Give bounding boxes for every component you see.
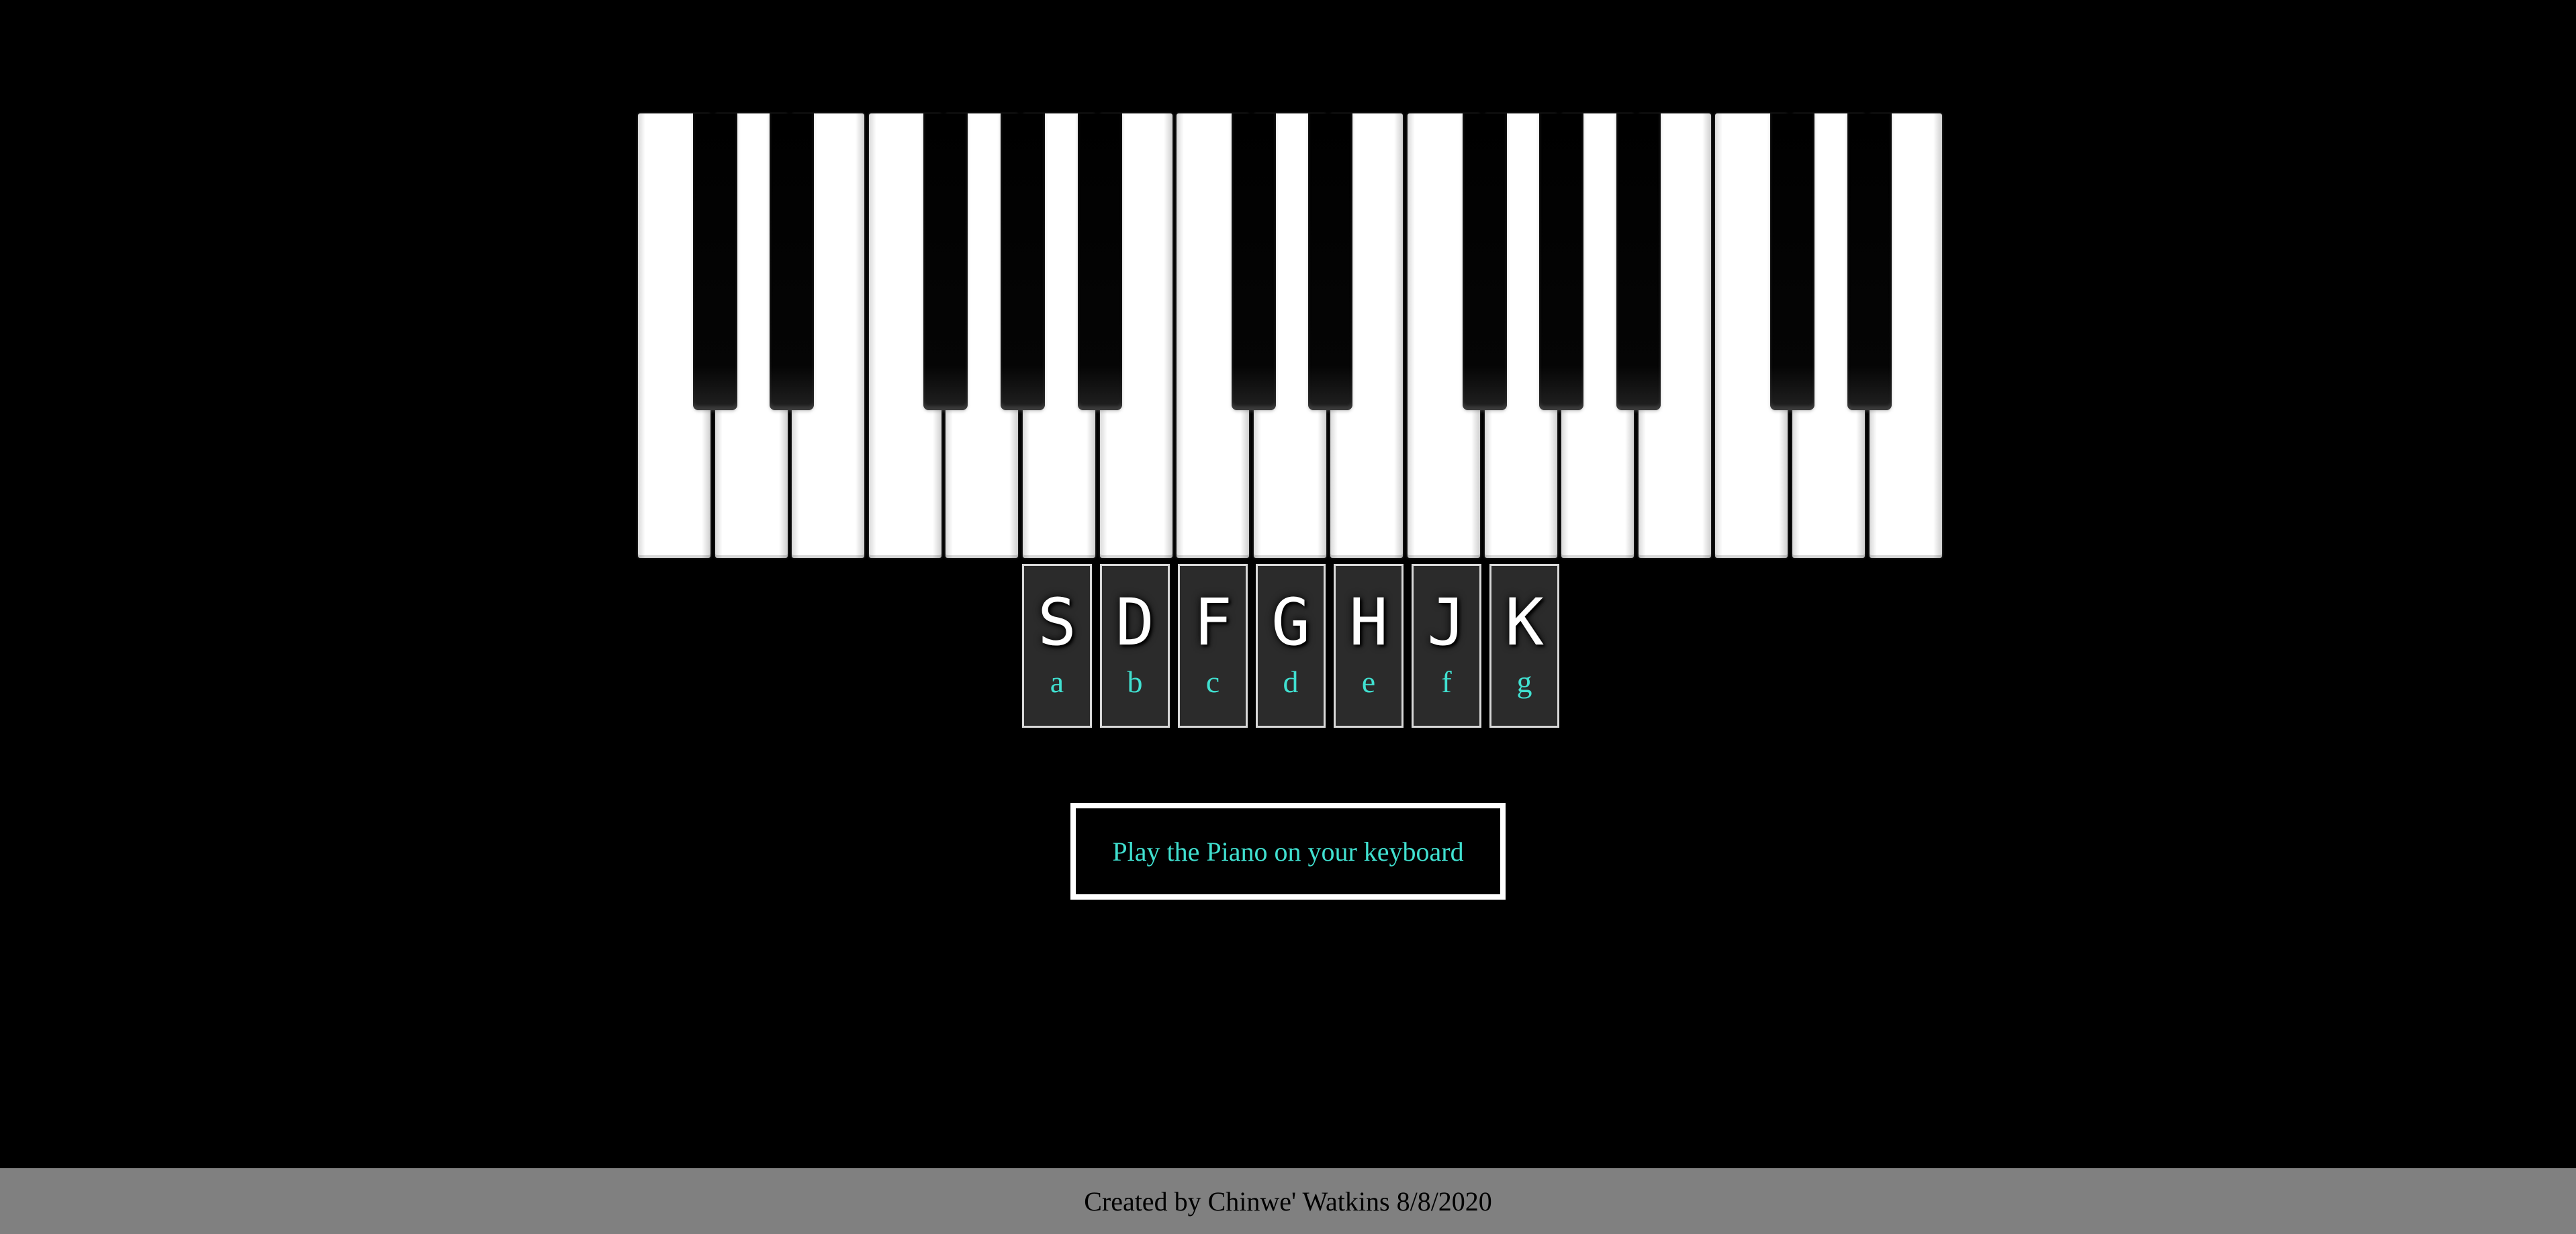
- piano-black-key[interactable]: [1770, 113, 1814, 410]
- key-hint-row: S a D b F c G d H e J f K g: [1022, 564, 1559, 728]
- key-hint-note: f: [1441, 665, 1452, 699]
- piano-black-key[interactable]: [1078, 113, 1122, 410]
- key-hint-g[interactable]: G d: [1256, 564, 1326, 728]
- instruction-text: Play the Piano on your keyboard: [1112, 836, 1464, 867]
- piano-black-key[interactable]: [1001, 113, 1045, 410]
- key-hint-note: a: [1050, 665, 1064, 699]
- key-hint-letter: H: [1349, 585, 1388, 660]
- key-hint-letter: D: [1115, 585, 1154, 660]
- piano-black-key[interactable]: [1539, 113, 1583, 410]
- key-hint-letter: F: [1193, 585, 1232, 660]
- key-hint-note: c: [1205, 665, 1220, 699]
- footer-credit: Created by Chinwe' Watkins 8/8/2020: [1084, 1186, 1492, 1217]
- key-hint-note: b: [1127, 665, 1143, 699]
- key-hint-k[interactable]: K g: [1489, 564, 1559, 728]
- piano-black-key[interactable]: [693, 113, 737, 410]
- key-hint-h[interactable]: H e: [1334, 564, 1404, 728]
- key-hint-s[interactable]: S a: [1022, 564, 1092, 728]
- footer: Created by Chinwe' Watkins 8/8/2020: [0, 1168, 2576, 1234]
- piano-black-key[interactable]: [1463, 113, 1507, 410]
- key-hint-letter: K: [1505, 585, 1544, 660]
- key-hint-note: d: [1283, 665, 1299, 699]
- piano-keyboard: [638, 113, 1942, 558]
- piano-black-key[interactable]: [1308, 113, 1352, 410]
- key-hint-note: g: [1516, 665, 1532, 699]
- key-hint-d[interactable]: D b: [1100, 564, 1170, 728]
- key-hint-note: e: [1361, 665, 1376, 699]
- piano-black-key[interactable]: [1616, 113, 1661, 410]
- key-hint-letter: G: [1271, 585, 1310, 660]
- piano-black-key[interactable]: [1232, 113, 1276, 410]
- key-hint-letter: S: [1038, 585, 1076, 660]
- piano-black-key[interactable]: [770, 113, 814, 410]
- piano-black-key[interactable]: [923, 113, 968, 410]
- key-hint-j[interactable]: J f: [1412, 564, 1481, 728]
- key-hint-f[interactable]: F c: [1178, 564, 1248, 728]
- piano-black-key[interactable]: [1847, 113, 1892, 410]
- instruction-box: Play the Piano on your keyboard: [1070, 803, 1506, 900]
- key-hint-letter: J: [1427, 585, 1466, 660]
